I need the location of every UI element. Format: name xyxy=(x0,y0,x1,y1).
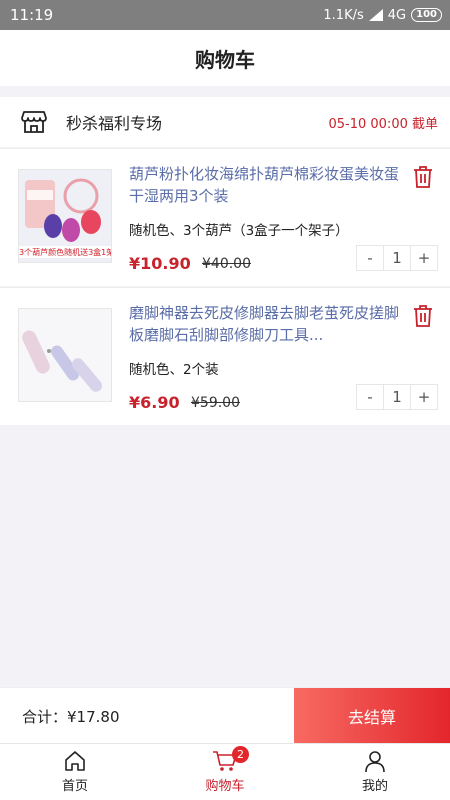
checkout-bar: 合计：¥17.80 去结算 xyxy=(0,687,450,744)
checkout-button[interactable]: 去结算 xyxy=(294,688,450,744)
product-spec: 随机色、3个葫芦（3盒子一个架子） xyxy=(129,223,349,239)
tab-home[interactable]: 首页 xyxy=(0,744,150,800)
product-original-price: ¥59.00 xyxy=(191,395,240,411)
user-icon xyxy=(365,751,385,773)
quantity-value[interactable]: 1 xyxy=(383,246,411,270)
store-name: 秒杀福利专场 xyxy=(66,114,163,133)
page-title: 购物车 xyxy=(195,47,255,72)
trash-icon[interactable] xyxy=(412,165,434,189)
increment-button[interactable]: + xyxy=(411,246,437,270)
tab-label: 购物车 xyxy=(205,779,245,794)
product-title[interactable]: 葫芦粉扑化妆海绵扑葫芦棉彩妆蛋美妆蛋干湿两用3个装 xyxy=(129,163,404,207)
tab-label: 我的 xyxy=(361,779,388,794)
product-original-price: ¥40.00 xyxy=(202,256,251,272)
nav-bar: 购物车 xyxy=(0,30,450,86)
cart-item[interactable]: 3个葫芦颜色随机送3盒1架 葫芦粉扑化妆海绵扑葫芦棉彩妆蛋美妆蛋干湿两用3个装 … xyxy=(0,148,450,286)
decrement-button[interactable]: - xyxy=(357,385,383,409)
cart-item[interactable]: 磨脚神器去死皮修脚器去脚老茧死皮搓脚板磨脚石刮脚部修脚刀工具... 随机色、2个… xyxy=(0,287,450,425)
home-icon xyxy=(65,751,85,771)
product-price: ¥6.90 xyxy=(129,393,180,412)
battery-icon: 100 xyxy=(411,8,442,22)
quantity-stepper: - 1 + xyxy=(356,245,438,271)
tab-profile[interactable]: 我的 xyxy=(300,744,450,800)
status-indicators: 1.1K/s 4G 100 xyxy=(323,8,442,23)
signal-icon xyxy=(368,9,383,21)
status-time: 11:19 xyxy=(10,6,54,24)
tab-bar: 首页 2 购物车 我的 xyxy=(0,743,450,800)
store-deadline: 05-10 00:00 截单 xyxy=(328,116,438,132)
trash-icon[interactable] xyxy=(412,304,434,328)
product-thumbnail-foot-file xyxy=(19,309,111,401)
decrement-button[interactable]: - xyxy=(357,246,383,270)
quantity-stepper: - 1 + xyxy=(356,384,438,410)
network-type: 4G xyxy=(387,7,407,23)
product-price: ¥10.90 xyxy=(129,254,191,273)
quantity-value[interactable]: 1 xyxy=(383,385,411,409)
tab-label: 首页 xyxy=(61,779,88,794)
product-image-foot-file[interactable] xyxy=(18,308,112,402)
tab-cart[interactable]: 2 购物车 xyxy=(150,744,300,800)
cart-badge: 2 xyxy=(232,746,249,763)
increment-button[interactable]: + xyxy=(411,385,437,409)
store-icon xyxy=(21,111,47,133)
status-bar: 11:19 1.1K/s 4G 100 xyxy=(0,0,450,30)
image-caption: 3个葫芦颜色随机送3盒1架 xyxy=(19,248,112,257)
store-header: 秒杀福利专场 05-10 00:00 截单 xyxy=(0,97,450,147)
product-title[interactable]: 磨脚神器去死皮修脚器去脚老茧死皮搓脚板磨脚石刮脚部修脚刀工具... xyxy=(129,302,404,346)
network-speed: 1.1K/s xyxy=(323,7,364,23)
product-spec: 随机色、2个装 xyxy=(129,362,219,378)
total-price: 合计：¥17.80 xyxy=(22,708,120,726)
product-image-puff-sponges[interactable]: 3个葫芦颜色随机送3盒1架 xyxy=(18,169,112,263)
